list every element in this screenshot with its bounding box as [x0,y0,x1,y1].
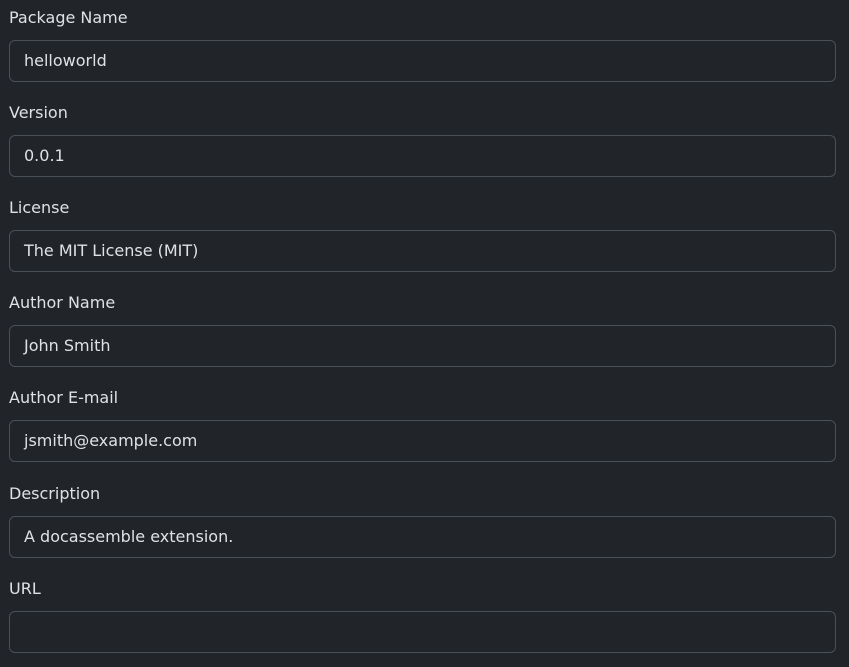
author-email-label: Author E-mail [9,388,119,407]
url-group: URL [9,576,836,653]
license-input[interactable]: The MIT License (MIT) [9,230,836,272]
author-email-group: Author E-mail jsmith@example.com [9,385,836,462]
version-group: Version 0.0.1 [9,100,836,177]
description-group: Description A docassemble extension. [9,481,836,558]
package-form: Package Name helloworld Version 0.0.1 Li… [0,0,849,667]
author-name-group: Author Name John Smith [9,290,836,367]
author-name-input[interactable]: John Smith [9,325,836,367]
author-name-label: Author Name [9,293,116,312]
version-label: Version [9,103,68,122]
package-name-label: Package Name [9,8,128,27]
license-group: License The MIT License (MIT) [9,195,836,272]
version-input[interactable]: 0.0.1 [9,135,836,177]
package-name-group: Package Name helloworld [9,5,836,82]
license-label: License [9,198,70,217]
url-label: URL [9,579,41,598]
author-email-input[interactable]: jsmith@example.com [9,420,836,462]
url-input[interactable] [9,611,836,653]
description-label: Description [9,484,101,503]
description-input[interactable]: A docassemble extension. [9,516,836,558]
package-name-input[interactable]: helloworld [9,40,836,82]
